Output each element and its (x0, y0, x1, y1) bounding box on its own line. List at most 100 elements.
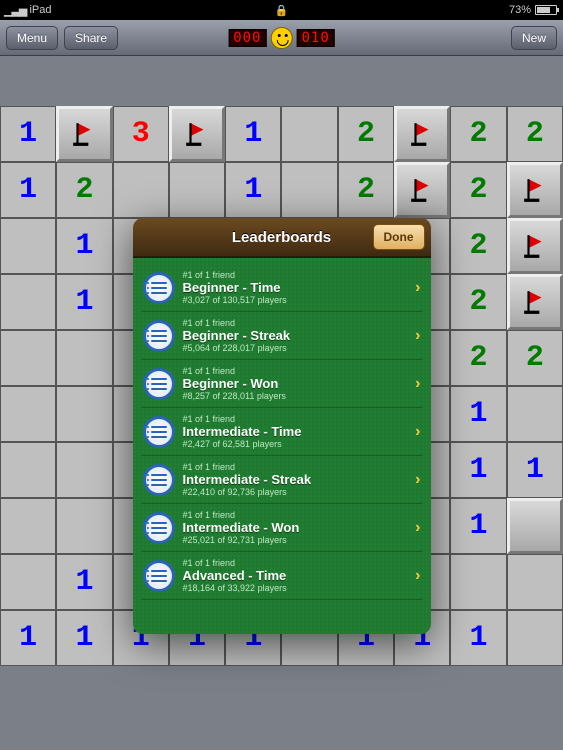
leaderboard-global-rank: #3,027 of 130,517 players (183, 295, 408, 305)
flag-cell[interactable] (507, 274, 563, 330)
share-button[interactable]: Share (64, 26, 118, 50)
done-button[interactable]: Done (373, 224, 425, 250)
leaderboard-title: Intermediate - Time (183, 424, 408, 439)
board-cell: 2 (450, 106, 506, 162)
device-label: iPad (29, 4, 51, 16)
list-icon (143, 368, 175, 400)
board-cell (56, 386, 112, 442)
leaderboard-row[interactable]: #1 of 1 friendAdvanced - Time#18,164 of … (141, 552, 423, 600)
board-cell: 2 (450, 162, 506, 218)
board-cell: 1 (450, 498, 506, 554)
leaderboards-list[interactable]: #1 of 1 friendBeginner - Time#3,027 of 1… (133, 258, 431, 634)
list-icon (143, 272, 175, 304)
leaderboard-global-rank: #8,257 of 228,011 players (183, 391, 408, 401)
board-cell (56, 442, 112, 498)
chevron-right-icon: › (415, 567, 420, 585)
leaderboard-title: Advanced - Time (183, 568, 408, 583)
board-cell: 1 (225, 162, 281, 218)
chevron-right-icon: › (415, 471, 420, 489)
board-cell: 1 (56, 554, 112, 610)
leaderboard-friend-rank: #1 of 1 friend (183, 366, 408, 376)
leaderboard-global-rank: #18,164 of 33,922 players (183, 583, 408, 593)
flag-cell[interactable] (394, 106, 450, 162)
board-cell: 2 (507, 106, 563, 162)
leaderboard-row[interactable]: #1 of 1 friendIntermediate - Streak#22,4… (141, 456, 423, 504)
timer-counter: 010 (297, 29, 335, 47)
board-cell: 2 (507, 330, 563, 386)
leaderboard-title: Intermediate - Streak (183, 472, 408, 487)
chevron-right-icon: › (415, 279, 420, 297)
modal-title: Leaderboards (232, 229, 331, 246)
leaderboard-global-rank: #2,427 of 62,581 players (183, 439, 408, 449)
board-cell (507, 386, 563, 442)
leaderboard-friend-rank: #1 of 1 friend (183, 510, 408, 520)
leaderboard-row[interactable]: #1 of 1 friendIntermediate - Time#2,427 … (141, 408, 423, 456)
board-cell (0, 218, 56, 274)
flag-cell[interactable] (507, 218, 563, 274)
board-cell (113, 162, 169, 218)
leaderboard-global-rank: #5,064 of 228,017 players (183, 343, 408, 353)
leaderboard-row[interactable]: #1 of 1 friendBeginner - Time#3,027 of 1… (141, 264, 423, 312)
leaderboard-global-rank: #22,410 of 92,736 players (183, 487, 408, 497)
board-cell: 2 (338, 106, 394, 162)
leaderboard-title: Beginner - Time (183, 280, 408, 295)
board-cell: 1 (507, 442, 563, 498)
board-cell (56, 330, 112, 386)
leaderboard-friend-rank: #1 of 1 friend (183, 414, 408, 424)
menu-button[interactable]: Menu (6, 26, 58, 50)
board-cell: 2 (338, 162, 394, 218)
battery-icon (535, 5, 557, 15)
flag-cell[interactable] (56, 106, 112, 162)
chevron-right-icon: › (415, 519, 420, 537)
board-cell: 3 (113, 106, 169, 162)
board-cell (281, 106, 337, 162)
leaderboard-row[interactable]: #1 of 1 friendBeginner - Won#8,257 of 22… (141, 360, 423, 408)
board-cell (0, 386, 56, 442)
list-icon (143, 512, 175, 544)
board-cell (169, 162, 225, 218)
board-cell: 2 (450, 330, 506, 386)
board-cell: 1 (56, 274, 112, 330)
smiley-reset-button[interactable] (271, 27, 293, 49)
board-cell: 1 (450, 442, 506, 498)
leaderboard-title: Beginner - Won (183, 376, 408, 391)
list-icon (143, 416, 175, 448)
board-cell (0, 498, 56, 554)
board-cell (56, 498, 112, 554)
board-cell: 1 (225, 106, 281, 162)
new-game-button[interactable]: New (511, 26, 557, 50)
board-cell (281, 162, 337, 218)
app-toolbar: Menu Share 000 010 New (0, 20, 563, 56)
leaderboard-global-rank: #25,021 of 92,731 players (183, 535, 408, 545)
battery-label: 73% (509, 4, 531, 16)
leaderboard-title: Intermediate - Won (183, 520, 408, 535)
leaderboard-title: Beginner - Streak (183, 328, 408, 343)
board-cell: 1 (56, 610, 112, 666)
board-cell (450, 554, 506, 610)
chevron-right-icon: › (415, 327, 420, 345)
leaderboard-friend-rank: #1 of 1 friend (183, 270, 408, 280)
flag-cell[interactable] (169, 106, 225, 162)
leaderboard-friend-rank: #1 of 1 friend (183, 558, 408, 568)
leaderboards-modal: Leaderboards Done #1 of 1 friendBeginner… (133, 218, 431, 634)
board-cell: 1 (450, 610, 506, 666)
board-cell (0, 330, 56, 386)
board-cell: 1 (450, 386, 506, 442)
chevron-right-icon: › (415, 423, 420, 441)
leaderboard-friend-rank: #1 of 1 friend (183, 318, 408, 328)
list-icon (143, 320, 175, 352)
flag-cell[interactable] (507, 162, 563, 218)
board-cell[interactable] (507, 498, 563, 554)
mine-counter: 000 (228, 29, 266, 47)
board-cell (507, 610, 563, 666)
board-cell (0, 554, 56, 610)
ios-status-bar: ▁▃▅ iPad 🔒 73% (0, 0, 563, 20)
leaderboard-row[interactable]: #1 of 1 friendBeginner - Streak#5,064 of… (141, 312, 423, 360)
board-cell: 2 (450, 274, 506, 330)
leaderboard-row[interactable]: #1 of 1 friendIntermediate - Won#25,021 … (141, 504, 423, 552)
wifi-icon: ▁▃▅ (4, 4, 26, 17)
board-cell (0, 274, 56, 330)
board-cell: 1 (56, 218, 112, 274)
leaderboard-friend-rank: #1 of 1 friend (183, 462, 408, 472)
flag-cell[interactable] (394, 162, 450, 218)
